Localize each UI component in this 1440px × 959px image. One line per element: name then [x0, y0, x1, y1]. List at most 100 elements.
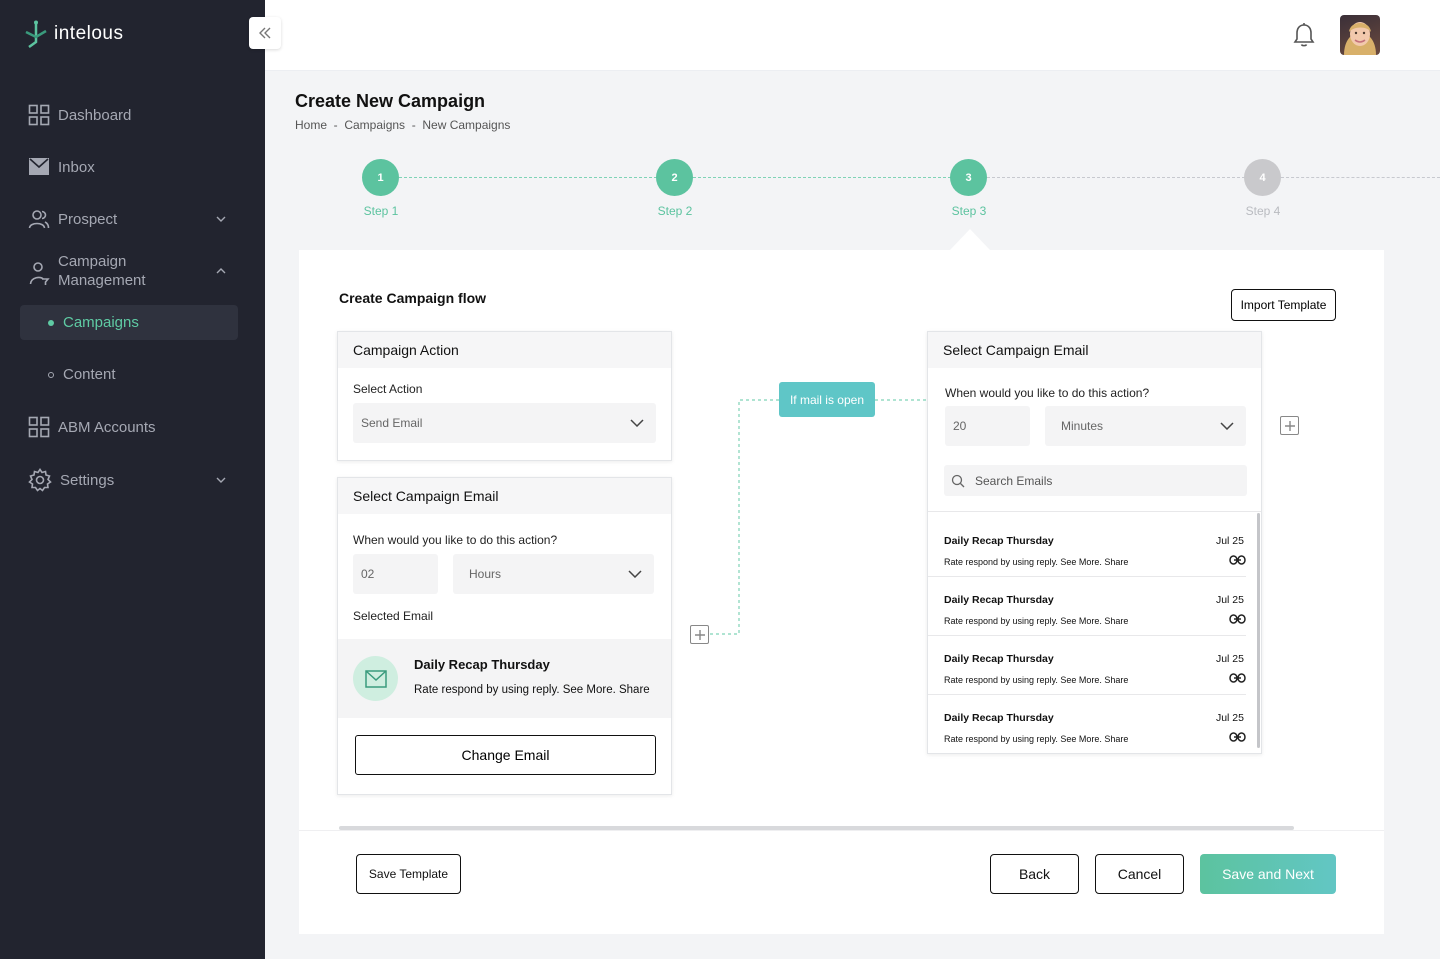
select-campaign-email-panel-right: Select Campaign Email When would you lik…	[927, 331, 1262, 754]
gear-icon	[28, 468, 52, 492]
sidebar-item-dashboard[interactable]: Dashboard	[28, 104, 131, 126]
back-button[interactable]: Back	[990, 854, 1079, 894]
step-connector	[987, 177, 1245, 178]
link-icon[interactable]	[1229, 555, 1246, 565]
grid-icon	[28, 416, 50, 438]
search-placeholder: Search Emails	[975, 473, 1053, 488]
email-subject: Daily Recap Thursday	[944, 712, 1054, 724]
email-date: Jul 25	[1215, 712, 1244, 724]
email-date: Jul 25	[1215, 653, 1244, 665]
link-icon[interactable]	[1229, 673, 1246, 683]
sidebar-item-prospect[interactable]: Prospect	[28, 208, 226, 230]
flow-connector-lines	[710, 399, 928, 635]
delay-amount-value: 20	[953, 419, 967, 433]
bell-icon[interactable]	[1292, 22, 1316, 48]
chevron-down-icon	[628, 570, 642, 578]
users-icon	[28, 210, 50, 229]
selected-email-label: Selected Email	[353, 609, 434, 623]
mail-icon	[29, 158, 49, 175]
sidebar-item-abm-accounts[interactable]: ABM Accounts	[28, 416, 156, 438]
add-step-button[interactable]	[1280, 416, 1299, 435]
list-scrollbar[interactable]	[1257, 513, 1260, 748]
when-label: When would you like to do this action?	[353, 533, 558, 547]
save-and-next-button[interactable]: Save and Next	[1200, 854, 1336, 894]
step-4-circle[interactable]: 4	[1244, 159, 1281, 196]
double-chevron-left-icon	[259, 27, 271, 39]
list-item[interactable]: Daily Recap Thursday Jul 25 Rate respond…	[928, 636, 1246, 695]
delay-amount-input[interactable]: 02	[353, 554, 438, 594]
selected-email-card[interactable]: Daily Recap Thursday Rate respond by usi…	[338, 639, 671, 718]
page-title: Create New Campaign	[295, 91, 486, 111]
step-4-label: Step 4	[1245, 204, 1281, 218]
step-connector	[399, 177, 657, 178]
chevron-down-icon	[216, 216, 226, 222]
plus-icon	[1284, 420, 1295, 431]
active-dot-icon	[48, 319, 54, 326]
panel-title: Campaign Action	[338, 332, 671, 368]
list-item[interactable]: Daily Recap Thursday Jul 25 Rate respond…	[928, 518, 1246, 577]
email-snippet: Rate respond by using reply. See More. S…	[944, 557, 1129, 567]
cancel-button[interactable]: Cancel	[1095, 854, 1184, 894]
delay-unit-dropdown[interactable]: Minutes	[1045, 406, 1246, 446]
sidebar-item-campaign-management[interactable]: Campaign Management	[28, 252, 226, 290]
user-photo-icon	[1344, 22, 1376, 55]
sidebar: intelous Dashboard Inbox Prospect Campai…	[0, 0, 265, 959]
sidebar-item-inbox[interactable]: Inbox	[28, 156, 95, 178]
plus-icon	[694, 629, 705, 640]
logo[interactable]: intelous	[24, 20, 124, 48]
step-3-circle[interactable]: 3	[950, 159, 987, 196]
link-icon[interactable]	[1229, 614, 1246, 624]
collapse-sidebar-button[interactable]	[249, 17, 281, 49]
breadcrumb[interactable]: Home - Campaigns - New Campaigns	[295, 118, 510, 132]
list-item[interactable]: Daily Recap Thursday Jul 25 Rate respond…	[928, 577, 1246, 636]
select-action-dropdown[interactable]: Send Email	[353, 403, 656, 443]
delay-unit-value: Hours	[469, 567, 502, 581]
add-step-button[interactable]	[690, 625, 709, 644]
search-emails-input[interactable]: Search Emails	[944, 465, 1247, 496]
step-1-circle[interactable]: 1	[362, 159, 399, 196]
chevron-up-icon	[216, 268, 226, 274]
step-2-circle[interactable]: 2	[656, 159, 693, 196]
selected-email-subject: Daily Recap Thursday	[414, 657, 550, 672]
inactive-dot-icon	[48, 371, 54, 378]
sidebar-item-label: ABM Accounts	[58, 418, 156, 436]
sidebar-item-label: Campaign	[58, 253, 127, 270]
step-2-label: Step 2	[657, 204, 693, 218]
sidebar-subitem-content[interactable]: Content	[20, 357, 238, 392]
mail-icon	[353, 656, 398, 701]
list-item[interactable]: Daily Recap Thursday Jul 25 Rate respond…	[928, 695, 1246, 753]
panel-title: Select Campaign Email	[338, 478, 671, 514]
sidebar-item-label: Inbox	[58, 158, 95, 176]
flow-title: Create Campaign flow	[339, 290, 487, 306]
email-date: Jul 25	[1215, 535, 1244, 547]
logo-text: intelous	[54, 23, 124, 44]
sidebar-item-label: Management	[58, 272, 146, 289]
condition-badge[interactable]: If mail is open	[779, 382, 875, 417]
email-snippet: Rate respond by using reply. See More. S…	[944, 734, 1129, 744]
link-icon[interactable]	[1229, 732, 1246, 742]
panel-title: Select Campaign Email	[928, 332, 1261, 368]
delay-unit-dropdown[interactable]: Hours	[453, 554, 654, 594]
search-icon	[951, 474, 965, 487]
delay-unit-value: Minutes	[1061, 419, 1104, 433]
sidebar-item-settings[interactable]: Settings	[28, 468, 226, 492]
email-date: Jul 25	[1215, 594, 1244, 606]
delay-amount-input[interactable]: 20	[945, 406, 1030, 446]
save-template-button[interactable]: Save Template	[356, 854, 461, 894]
sidebar-subitem-campaigns[interactable]: Campaigns	[20, 305, 238, 340]
select-campaign-email-panel: Select Campaign Email When would you lik…	[337, 477, 672, 795]
campaign-action-panel: Campaign Action Select Action Send Email	[337, 331, 672, 461]
avatar[interactable]	[1340, 15, 1380, 55]
selected-email-snippet: Rate respond by using reply. See More. S…	[414, 684, 650, 696]
chevron-down-icon	[630, 419, 644, 427]
import-template-button[interactable]: Import Template	[1231, 289, 1336, 321]
step-connector	[693, 177, 951, 178]
delay-amount-value: 02	[361, 567, 375, 581]
change-email-button[interactable]: Change Email	[355, 735, 656, 775]
step-3-label: Step 3	[951, 204, 987, 218]
step-1-label: Step 1	[363, 204, 399, 218]
divider	[928, 511, 1261, 512]
sidebar-item-label: Dashboard	[58, 106, 132, 124]
sidebar-subitem-label: Campaigns	[63, 314, 139, 331]
sidebar-item-label: Prospect	[58, 210, 118, 228]
